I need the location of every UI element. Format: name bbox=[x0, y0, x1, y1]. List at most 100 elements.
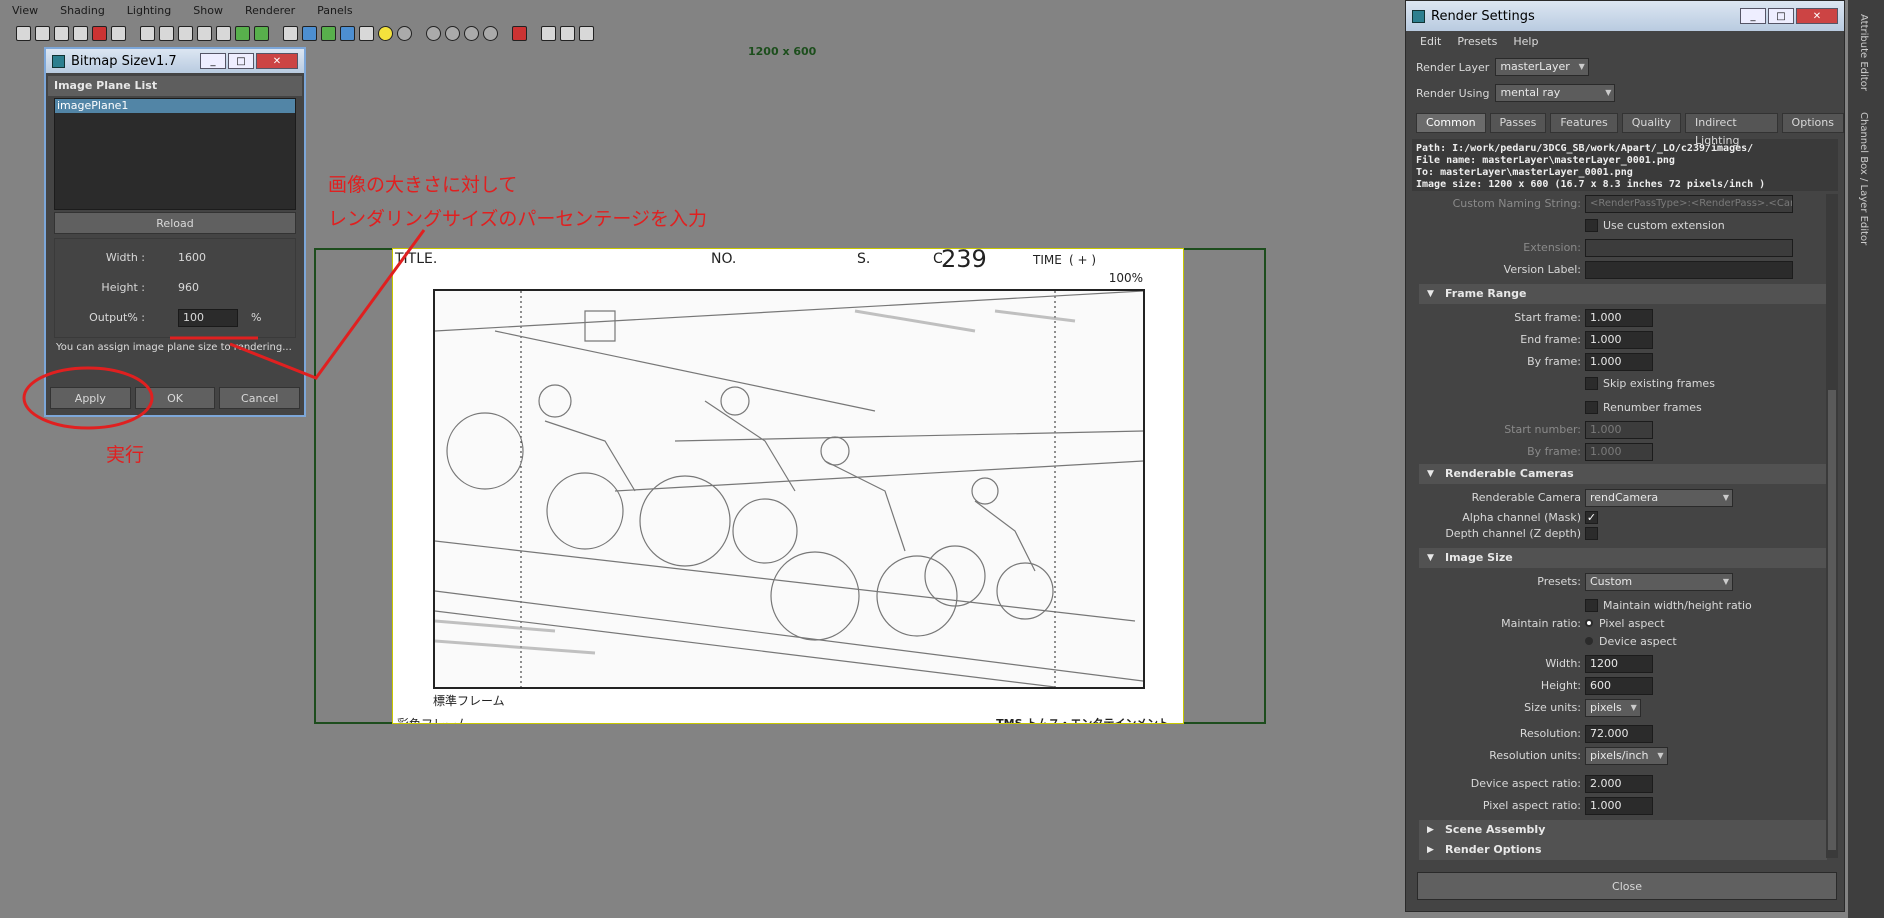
close-button[interactable]: Close bbox=[1417, 872, 1837, 900]
maximize-icon[interactable]: □ bbox=[1768, 8, 1794, 24]
menu-shading[interactable]: Shading bbox=[60, 4, 105, 17]
wireframe-on-shaded-icon[interactable] bbox=[321, 25, 336, 41]
width-field[interactable]: 1200 bbox=[1585, 655, 1653, 673]
version-label-field[interactable] bbox=[1585, 261, 1793, 279]
width-value: 1600 bbox=[178, 251, 206, 264]
share-icon[interactable] bbox=[579, 25, 594, 41]
field-chart-icon[interactable] bbox=[216, 25, 231, 41]
frame-range-title: Frame Range bbox=[1445, 287, 1527, 300]
menu-show[interactable]: Show bbox=[193, 4, 223, 17]
resolution-field[interactable]: 72.000 bbox=[1585, 725, 1653, 743]
custom-naming-field[interactable]: <RenderPassType>:<RenderPass>.<Camera> bbox=[1585, 195, 1793, 213]
maximize-icon[interactable]: □ bbox=[228, 53, 254, 69]
bitmap-size-titlebar[interactable]: Bitmap Sizev1.7 _ □ ✕ bbox=[46, 49, 304, 73]
by-frame2-field[interactable]: 1.000 bbox=[1585, 443, 1653, 461]
cancel-button[interactable]: Cancel bbox=[219, 387, 301, 409]
height-field[interactable]: 600 bbox=[1585, 677, 1653, 695]
textured-icon[interactable] bbox=[340, 25, 355, 41]
tab-attribute-editor[interactable]: Attribute Editor bbox=[1858, 14, 1869, 91]
by-frame-field[interactable]: 1.000 bbox=[1585, 353, 1653, 371]
apply-button[interactable]: Apply bbox=[50, 387, 131, 409]
menu-help[interactable]: Help bbox=[1513, 35, 1538, 48]
cube-icon[interactable] bbox=[541, 25, 556, 41]
smooth-shade-icon[interactable] bbox=[302, 25, 317, 41]
safe-title-icon[interactable] bbox=[254, 25, 269, 41]
frame-range-section[interactable]: ▼ Frame Range bbox=[1419, 284, 1827, 304]
reload-button[interactable]: Reload bbox=[54, 212, 296, 234]
tab-passes[interactable]: Passes bbox=[1489, 113, 1547, 133]
render-settings-titlebar[interactable]: Render Settings _ □ ✕ bbox=[1406, 1, 1844, 31]
tab-common[interactable]: Common bbox=[1416, 113, 1486, 133]
minimize-icon[interactable]: _ bbox=[200, 53, 226, 69]
tab-channel-box[interactable]: Channel Box / Layer Editor bbox=[1858, 112, 1869, 245]
xray-icon[interactable] bbox=[445, 25, 460, 41]
depth-checkbox[interactable] bbox=[1585, 527, 1598, 540]
tab-options[interactable]: Options bbox=[1781, 113, 1844, 133]
renderable-camera-dropdown[interactable]: rendCamera bbox=[1585, 489, 1733, 507]
bookmark-icon[interactable] bbox=[54, 25, 69, 41]
gate-mask-icon[interactable] bbox=[197, 25, 212, 41]
device-aspect-radio[interactable] bbox=[1585, 637, 1593, 645]
scrollbar-thumb[interactable] bbox=[1828, 390, 1836, 850]
resolution-gate-icon[interactable] bbox=[178, 25, 193, 41]
use-custom-ext-checkbox[interactable] bbox=[1585, 219, 1598, 232]
menu-lighting[interactable]: Lighting bbox=[127, 4, 171, 17]
image-size-section[interactable]: ▼ Image Size bbox=[1419, 548, 1827, 568]
film-gate-icon[interactable] bbox=[159, 25, 174, 41]
scene-assembly-section[interactable]: ▶ Scene Assembly bbox=[1419, 820, 1827, 840]
xray-joints-icon[interactable] bbox=[464, 25, 479, 41]
image-plane-list[interactable]: imagePlane1 bbox=[54, 98, 296, 210]
isolate-icon[interactable] bbox=[426, 25, 441, 41]
render-layer-dropdown[interactable]: masterLayer bbox=[1495, 58, 1589, 76]
menu-panels[interactable]: Panels bbox=[317, 4, 352, 17]
minimize-icon[interactable]: _ bbox=[1740, 8, 1766, 24]
xray-components-icon[interactable] bbox=[483, 25, 498, 41]
render-options-section[interactable]: ▶ Render Options bbox=[1419, 840, 1827, 860]
menu-view[interactable]: View bbox=[12, 4, 38, 17]
start-number-field[interactable]: 1.000 bbox=[1585, 421, 1653, 439]
image-plane-icon[interactable] bbox=[73, 25, 88, 41]
extension-field[interactable] bbox=[1585, 239, 1793, 257]
pixel-aspect-radio[interactable] bbox=[1585, 619, 1593, 627]
tab-features[interactable]: Features bbox=[1550, 113, 1618, 133]
checker-icon[interactable] bbox=[359, 25, 374, 41]
ok-button[interactable]: OK bbox=[134, 387, 216, 409]
grease-pencil-icon[interactable] bbox=[111, 25, 126, 41]
size-units-dropdown[interactable]: pixels bbox=[1585, 699, 1641, 717]
pixel-aspect-ratio-field[interactable]: 1.000 bbox=[1585, 797, 1653, 815]
safe-action-icon[interactable] bbox=[235, 25, 250, 41]
list-item[interactable]: imagePlane1 bbox=[55, 99, 295, 113]
presets-dropdown[interactable]: Custom bbox=[1585, 573, 1733, 591]
start-frame-field[interactable]: 1.000 bbox=[1585, 309, 1653, 327]
close-icon[interactable]: ✕ bbox=[1796, 8, 1838, 24]
render-info-panel: Path: I:/work/pedaru/3DCG_SB/work/Apart/… bbox=[1412, 139, 1838, 191]
output-percent-field[interactable]: 100 bbox=[178, 309, 238, 327]
annotation-execute: 実行 bbox=[106, 444, 145, 466]
renderable-cameras-section[interactable]: ▼ Renderable Cameras bbox=[1419, 464, 1827, 484]
menu-renderer[interactable]: Renderer bbox=[245, 4, 295, 17]
device-aspect-ratio-field[interactable]: 2.000 bbox=[1585, 775, 1653, 793]
wireframe-icon[interactable] bbox=[283, 25, 298, 41]
menu-presets[interactable]: Presets bbox=[1457, 35, 1497, 48]
skip-existing-checkbox[interactable] bbox=[1585, 377, 1598, 390]
info-filename: File name: masterLayer\masterLayer_0001.… bbox=[1416, 155, 1675, 166]
shadow-icon[interactable] bbox=[397, 25, 412, 41]
camera-icon[interactable] bbox=[16, 25, 31, 41]
end-frame-field[interactable]: 1.000 bbox=[1585, 331, 1653, 349]
alpha-checkbox[interactable]: ✓ bbox=[1585, 511, 1598, 524]
render-settings-scrollbar[interactable] bbox=[1826, 194, 1838, 858]
light-icon[interactable] bbox=[378, 25, 393, 41]
menu-edit[interactable]: Edit bbox=[1420, 35, 1441, 48]
tab-indirect-lighting[interactable]: Indirect Lighting bbox=[1685, 113, 1778, 147]
grid-icon[interactable] bbox=[140, 25, 155, 41]
close-icon[interactable]: ✕ bbox=[256, 53, 298, 69]
pan-zoom-icon[interactable] bbox=[92, 25, 107, 41]
frame-icon[interactable] bbox=[560, 25, 575, 41]
maintain-wh-checkbox[interactable] bbox=[1585, 599, 1598, 612]
resolution-units-dropdown[interactable]: pixels/inch bbox=[1585, 747, 1668, 765]
camera-attr-icon[interactable] bbox=[35, 25, 50, 41]
tab-quality[interactable]: Quality bbox=[1621, 113, 1682, 133]
renumber-checkbox[interactable] bbox=[1585, 401, 1598, 414]
render-using-dropdown[interactable]: mental ray bbox=[1495, 84, 1616, 102]
select-icon[interactable] bbox=[512, 25, 527, 41]
